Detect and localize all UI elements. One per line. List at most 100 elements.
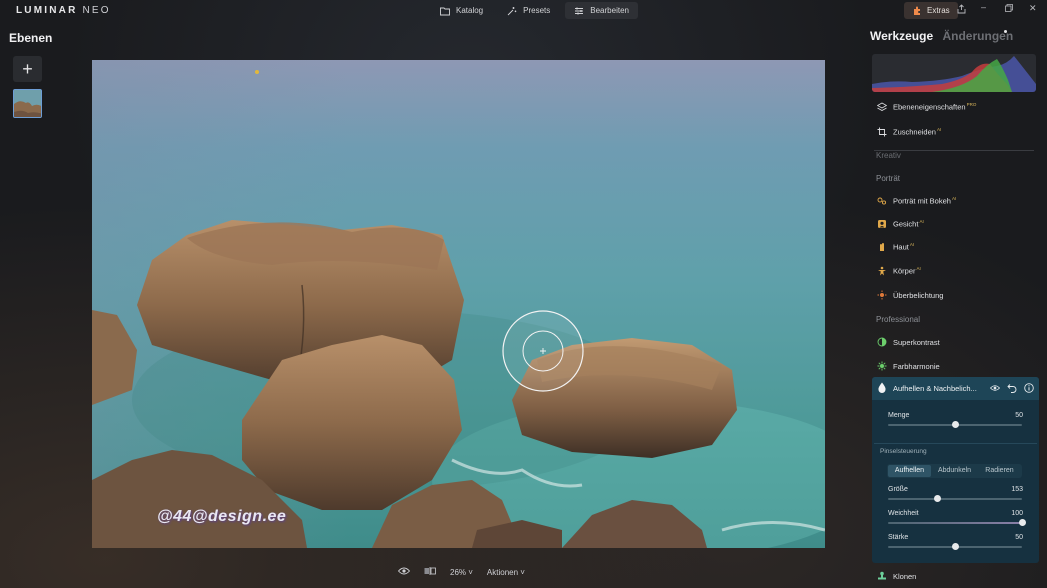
undo-icon[interactable] (1007, 383, 1017, 393)
compare-icon[interactable] (424, 566, 436, 578)
bottom-toolbar: 26% ˅ Aktionen ˅ (397, 566, 525, 578)
mode-abdunkeln[interactable]: Abdunkeln (933, 465, 976, 477)
brush-cursor (501, 309, 585, 393)
sun-icon (876, 290, 887, 301)
active-tool-header[interactable]: Aufhellen & Nachbelich... (872, 377, 1039, 400)
section-kreativ[interactable]: Kreativ (876, 151, 901, 160)
tool-label: Gesicht (893, 219, 919, 229)
main-nav: Katalog Presets Bearbeiten (431, 2, 638, 19)
restore-icon[interactable] (1005, 4, 1013, 14)
zoom-value: 26% (450, 567, 467, 577)
contrast-icon (876, 337, 887, 348)
menge-slider-thumb[interactable] (951, 421, 959, 428)
ai-badge: AI (951, 196, 957, 202)
visibility-eye-icon[interactable] (990, 383, 1000, 393)
active-tool-label: Aufhellen & Nachbelich... (893, 384, 977, 393)
tool-farbharmonie[interactable]: Farbharmonie (872, 356, 1036, 376)
tab-werkzeuge[interactable]: Werkzeuge (870, 29, 933, 43)
photo-canvas[interactable] (92, 60, 825, 548)
groesse-label: Größe (888, 486, 908, 493)
actions-dropdown[interactable]: Aktionen ˅ (487, 568, 525, 577)
tool-label: Ebeneneigenschaften (893, 102, 966, 112)
extras-label: Extras (927, 6, 950, 15)
stamp-icon (876, 571, 887, 582)
staerke-slider-thumb[interactable] (951, 543, 959, 550)
tool-label: Farbharmonie (893, 361, 940, 371)
nav-presets[interactable]: Presets (498, 2, 559, 19)
pro-badge: PRO (966, 102, 977, 108)
tool-label: Haut (893, 242, 909, 252)
tool-label: Zuschneiden (893, 127, 936, 137)
weichheit-slider-thumb[interactable] (1018, 519, 1026, 526)
histogram (872, 54, 1036, 92)
chevron-down-icon: ˅ (520, 567, 525, 577)
mode-aufhellen[interactable]: Aufhellen (888, 465, 931, 477)
changes-indicator (1004, 30, 1007, 33)
active-tool-actions (990, 383, 1034, 393)
tool-koerper[interactable]: KörperAI (872, 261, 1036, 281)
folder-icon (440, 7, 450, 15)
logo-sub: NEO (82, 5, 111, 16)
tool-label: Körper (893, 266, 916, 276)
staerke-value: 50 (1015, 534, 1023, 541)
body-icon (876, 266, 887, 277)
ai-badge: AI (936, 127, 942, 133)
sparkle-icon (507, 6, 517, 15)
section-portrait[interactable]: Porträt (876, 174, 900, 183)
staerke-label: Stärke (888, 534, 909, 541)
section-divider (874, 443, 1037, 444)
brush-mode-selector: Aufhellen Abdunkeln Radieren (887, 464, 1022, 478)
weichheit-slider[interactable] (888, 522, 1022, 524)
app-logo: LUMINAR NEO (16, 5, 111, 16)
tool-klonen[interactable]: Klonen (872, 566, 1036, 586)
right-panel-tabs: Werkzeuge Änderungen (870, 29, 1013, 43)
tool-zuschneiden[interactable]: ZuschneidenAI (872, 122, 1036, 142)
eye-icon[interactable] (397, 566, 411, 578)
ai-badge: AI (909, 242, 915, 248)
zoom-dropdown[interactable]: 26% ˅ (450, 568, 473, 577)
add-layer-button[interactable]: + (13, 56, 42, 82)
tool-superkontrast[interactable]: Superkontrast (872, 332, 1036, 352)
mode-radieren[interactable]: Radieren (978, 465, 1021, 477)
section-professional[interactable]: Professional (876, 315, 920, 324)
chevron-down-icon: ˅ (468, 567, 473, 577)
nav-katalog-label: Katalog (456, 6, 484, 15)
tool-label: Superkontrast (893, 337, 940, 347)
tool-haut[interactable]: HautAI (872, 237, 1036, 257)
groesse-value: 153 (1011, 486, 1023, 493)
layers-title: Ebenen (9, 31, 53, 45)
ai-badge: AI (916, 266, 921, 272)
nav-katalog[interactable]: Katalog (431, 2, 492, 19)
color-wheel-icon (876, 361, 887, 372)
logo-main: LUMINAR (16, 5, 78, 16)
menge-value: 50 (1015, 412, 1023, 419)
crop-icon (876, 127, 887, 138)
groesse-slider[interactable] (888, 498, 1022, 500)
share-icon[interactable] (957, 4, 966, 16)
tool-ebeneneigenschaften[interactable]: EbeneneigenschaftenPRO (872, 97, 1036, 117)
drop-icon (877, 382, 887, 395)
tab-aenderungen[interactable]: Änderungen (942, 29, 1013, 43)
nav-bearbeiten[interactable]: Bearbeiten (565, 2, 638, 19)
layers-icon (876, 102, 887, 113)
minimize-icon[interactable]: – (981, 2, 986, 12)
puzzle-icon (914, 6, 920, 15)
tool-gesicht[interactable]: GesichtAI (872, 214, 1036, 234)
tool-label: Porträt mit Bokeh (893, 196, 951, 206)
actions-label: Aktionen (486, 567, 519, 577)
layer-thumbnail[interactable] (13, 89, 42, 118)
weichheit-value: 100 (1011, 510, 1023, 517)
tool-ueberbelichtung[interactable]: Überbelichtung (872, 285, 1036, 305)
close-icon[interactable]: ✕ (1029, 3, 1037, 14)
face-icon (876, 219, 887, 230)
top-bar: LUMINAR NEO Katalog Presets Bearbeiten E… (0, 0, 1047, 22)
menge-label: Menge (888, 412, 910, 419)
weichheit-label: Weichheit (888, 510, 919, 517)
info-icon[interactable] (1024, 383, 1034, 393)
pinselsteuerung-title: Pinselsteuerung (880, 448, 927, 455)
tool-label: Überbelichtung (893, 290, 944, 300)
tool-portrait-bokeh[interactable]: Porträt mit BokehAI (872, 191, 1036, 211)
extras-button[interactable]: Extras (904, 2, 958, 19)
sliders-icon (575, 7, 584, 14)
watermark-text: @44@design.ee (157, 508, 287, 525)
